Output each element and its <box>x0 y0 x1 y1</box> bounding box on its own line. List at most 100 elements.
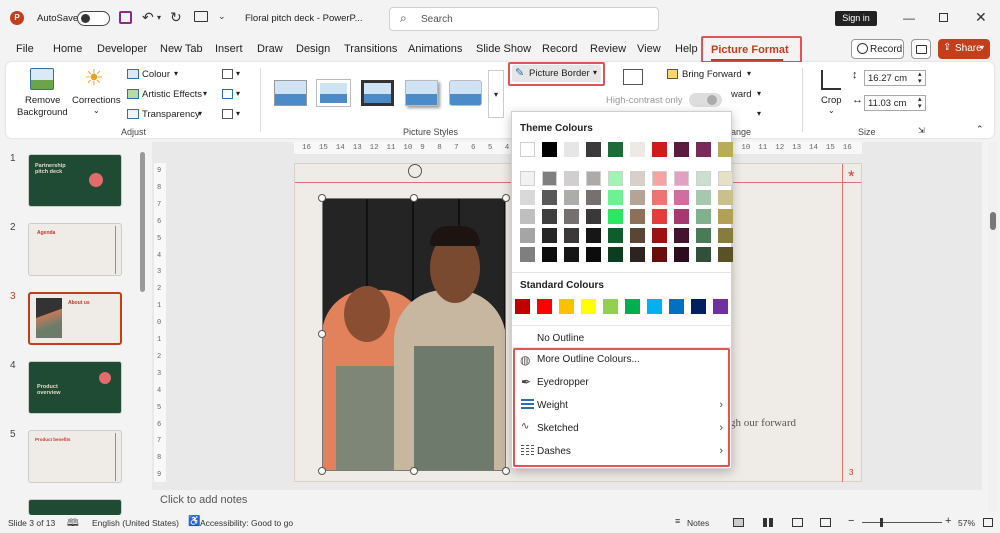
standard-colour-swatch[interactable] <box>581 299 596 314</box>
theme-shade-swatch[interactable] <box>542 247 557 262</box>
right-scroll-thumb[interactable] <box>990 212 996 230</box>
theme-shade-swatch[interactable] <box>718 228 733 243</box>
zoom-slider-track[interactable] <box>862 522 942 523</box>
theme-shade-swatch[interactable] <box>542 228 557 243</box>
present-icon[interactable] <box>194 11 208 22</box>
slideshow-view-icon[interactable] <box>820 518 831 527</box>
artistic-effects-label[interactable]: Artistic Effects <box>142 89 202 100</box>
normal-view-icon[interactable] <box>733 518 744 527</box>
theme-shade-swatch[interactable] <box>586 209 601 224</box>
resize-handle-tr[interactable] <box>502 194 510 202</box>
tab-transitions[interactable]: Transitions <box>344 43 397 55</box>
reset-picture-icon[interactable] <box>222 109 233 119</box>
theme-shade-swatch[interactable] <box>718 209 733 224</box>
picture-style-5[interactable] <box>449 80 482 106</box>
theme-shade-swatch[interactable] <box>630 209 645 224</box>
height-spinner-icon[interactable]: ▴ ▾ <box>918 71 922 85</box>
theme-shade-swatch[interactable] <box>630 247 645 262</box>
theme-shade-swatch[interactable] <box>674 228 689 243</box>
selection-pane-dropdown-icon[interactable]: ▾ <box>757 109 761 118</box>
zoom-out-icon[interactable]: − <box>848 515 854 527</box>
theme-shade-swatch[interactable] <box>674 247 689 262</box>
theme-shade-swatch[interactable] <box>652 247 667 262</box>
crop-icon[interactable] <box>821 70 841 90</box>
fit-slide-icon[interactable] <box>983 518 993 527</box>
theme-shade-swatch[interactable] <box>586 171 601 186</box>
close-icon[interactable]: ✕ <box>975 9 987 26</box>
resize-handle-ml[interactable] <box>318 330 326 338</box>
artistic-effects-icon[interactable] <box>127 89 139 99</box>
theme-shade-swatch[interactable] <box>520 171 535 186</box>
colour-icon[interactable] <box>127 69 139 79</box>
tab-review[interactable]: Review <box>590 43 626 55</box>
remove-background-label-1[interactable]: Remove <box>25 95 60 106</box>
remove-background-label-2[interactable]: Background <box>17 107 68 118</box>
crop-dropdown-icon[interactable]: ⌄ <box>828 106 835 115</box>
theme-colour-swatch[interactable] <box>718 142 733 157</box>
slide-thumbnail-4[interactable]: Product overview <box>28 361 122 414</box>
rotate-handle-icon[interactable] <box>408 164 422 178</box>
slide-thumbnail-2[interactable]: Agenda <box>28 223 122 276</box>
width-spinner-icon[interactable]: ▴ ▾ <box>918 96 922 110</box>
slide-thumbnail-6[interactable] <box>28 499 122 515</box>
zoom-level[interactable]: 57% <box>958 518 975 528</box>
search-box[interactable]: ⌕ Search <box>389 7 659 31</box>
redo-icon[interactable]: ↻ <box>170 9 182 26</box>
standard-colour-swatch[interactable] <box>515 299 530 314</box>
theme-shade-swatch[interactable] <box>520 247 535 262</box>
slide-thumbnail-1[interactable]: Partnership pitch deck <box>28 154 122 207</box>
standard-colour-swatch[interactable] <box>537 299 552 314</box>
theme-shade-swatch[interactable] <box>608 228 623 243</box>
comments-button[interactable] <box>911 39 931 59</box>
transparency-icon[interactable] <box>127 109 139 119</box>
customize-toolbar-icon[interactable]: ⌄ <box>218 11 226 22</box>
theme-shade-swatch[interactable] <box>542 171 557 186</box>
theme-shade-swatch[interactable] <box>652 190 667 205</box>
tab-animations[interactable]: Animations <box>408 43 462 55</box>
slide-thumbnail-3[interactable]: About us <box>28 292 122 345</box>
theme-shade-swatch[interactable] <box>696 228 711 243</box>
theme-shade-swatch[interactable] <box>674 209 689 224</box>
theme-shade-swatch[interactable] <box>674 171 689 186</box>
notes-button[interactable]: Notes <box>687 518 709 528</box>
picture-style-1[interactable] <box>274 80 307 106</box>
collapse-ribbon-icon[interactable]: ⌃ <box>976 124 984 135</box>
theme-shade-swatch[interactable] <box>652 171 667 186</box>
theme-shade-swatch[interactable] <box>696 171 711 186</box>
no-outline-item[interactable]: No Outline <box>537 333 584 344</box>
change-picture-icon[interactable] <box>222 89 233 99</box>
theme-shade-swatch[interactable] <box>564 247 579 262</box>
compress-dropdown-icon[interactable]: ▾ <box>236 69 240 78</box>
standard-colour-swatch[interactable] <box>625 299 640 314</box>
share-button[interactable]: ⇪ Share ▾ <box>938 39 990 59</box>
theme-shade-swatch[interactable] <box>586 228 601 243</box>
standard-colour-swatch[interactable] <box>669 299 684 314</box>
restore-icon[interactable] <box>939 13 948 22</box>
slide-thumbnail-5[interactable]: Product benefits <box>28 430 122 483</box>
theme-shade-swatch[interactable] <box>586 247 601 262</box>
resize-handle-bc[interactable] <box>410 467 418 475</box>
bring-forward-dropdown-icon[interactable]: ▾ <box>747 69 751 78</box>
zoom-in-icon[interactable]: + <box>945 515 951 527</box>
save-icon[interactable] <box>119 11 132 24</box>
theme-colour-swatch[interactable] <box>542 142 557 157</box>
theme-shade-swatch[interactable] <box>564 209 579 224</box>
tab-developer[interactable]: Developer <box>97 43 147 55</box>
theme-colour-swatch[interactable] <box>520 142 535 157</box>
tab-help[interactable]: Help <box>675 43 698 55</box>
theme-colour-swatch[interactable] <box>674 142 689 157</box>
corrections-icon[interactable]: ☀ <box>84 65 104 91</box>
theme-shade-swatch[interactable] <box>652 228 667 243</box>
minimize-icon[interactable]: — <box>903 11 915 25</box>
theme-shade-swatch[interactable] <box>520 190 535 205</box>
resize-handle-tc[interactable] <box>410 194 418 202</box>
theme-shade-swatch[interactable] <box>696 247 711 262</box>
theme-colour-swatch[interactable] <box>696 142 711 157</box>
picture-styles-more-button[interactable]: ▾ <box>488 70 504 118</box>
tab-design[interactable]: Design <box>296 43 330 55</box>
theme-shade-swatch[interactable] <box>674 190 689 205</box>
tab-slide-show[interactable]: Slide Show <box>476 43 531 55</box>
theme-shade-swatch[interactable] <box>542 209 557 224</box>
sign-in-button[interactable]: Sign in <box>835 11 877 26</box>
theme-shade-swatch[interactable] <box>564 228 579 243</box>
